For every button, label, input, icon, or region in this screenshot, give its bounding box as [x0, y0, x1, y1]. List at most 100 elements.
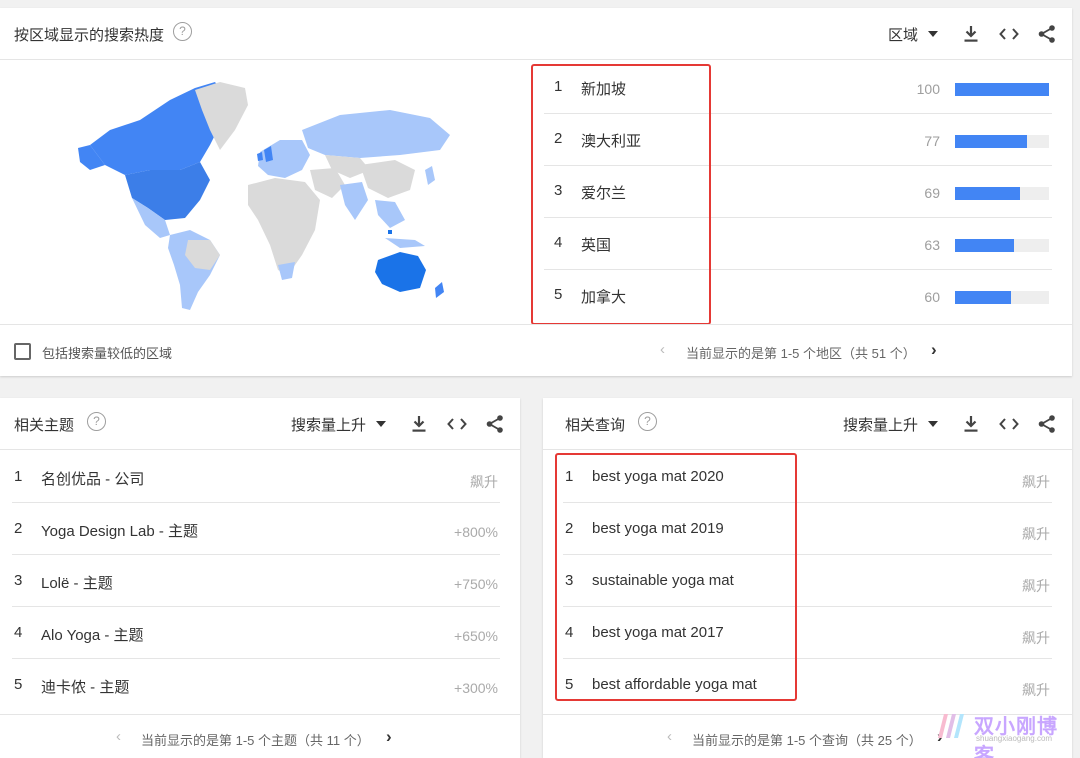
list-item[interactable]: 4 Alo Yoga - 主题 +650%: [0, 607, 520, 659]
rank-number: 3: [14, 572, 23, 589]
rank-number: 2: [554, 130, 563, 147]
rank-number: 1: [554, 78, 563, 95]
map-region-south-africa: [278, 262, 295, 280]
list-item[interactable]: 3 Lolë - 主题 +750%: [0, 555, 520, 607]
map-region-ireland: [257, 152, 263, 161]
share-icon[interactable]: [1036, 23, 1058, 45]
low-volume-checkbox[interactable]: [14, 343, 31, 360]
chevron-left-icon[interactable]: ‹: [116, 728, 121, 745]
card-title: 按区域显示的搜索热度: [14, 27, 165, 44]
map-region-africa: [248, 178, 320, 275]
map-region-india: [340, 182, 368, 220]
rank-number: 5: [565, 676, 574, 693]
topic-text[interactable]: Alo Yoga - 主题: [41, 624, 144, 645]
map-region-japan: [425, 166, 435, 185]
rank-number: 4: [554, 234, 563, 251]
chevron-right-icon[interactable]: ›: [931, 340, 937, 360]
list-item[interactable]: 3 sustainable yoga mat 飙升: [543, 555, 1072, 607]
topic-text[interactable]: Yoga Design Lab - 主题: [41, 520, 198, 541]
list-item[interactable]: 5 迪卡侬 - 主题 +300%: [0, 659, 520, 711]
topic-text[interactable]: 迪卡侬 - 主题: [41, 676, 129, 697]
rise-value: +800%: [454, 524, 498, 540]
topic-text[interactable]: Lolë - 主题: [41, 572, 113, 593]
caret-down-icon[interactable]: [376, 421, 386, 427]
watermark-logo-icon: [938, 714, 964, 738]
chevron-right-icon[interactable]: ›: [386, 727, 392, 747]
region-name[interactable]: 爱尔兰: [581, 182, 626, 203]
region-name[interactable]: 英国: [581, 234, 611, 255]
interest-bar-fill: [955, 239, 1015, 252]
region-name[interactable]: 新加坡: [581, 78, 626, 99]
share-icon[interactable]: [484, 413, 506, 435]
region-interest-card: 按区域显示的搜索热度 ? 区域 1 新加坡 100 2 澳大利亚 77 3 爱尔…: [0, 8, 1072, 376]
checkbox-label: 包括搜索量较低的区域: [42, 346, 173, 361]
interest-value: 77: [924, 133, 940, 149]
query-text[interactable]: best yoga mat 2020: [592, 468, 724, 485]
rank-number: 1: [14, 468, 23, 485]
rise-value: 飙升: [1022, 526, 1050, 542]
query-text[interactable]: best yoga mat 2019: [592, 520, 724, 537]
map-region-singapore: [388, 230, 392, 234]
rise-value: 飙升: [1022, 630, 1050, 646]
rise-value: +750%: [454, 576, 498, 592]
interest-value: 63: [924, 237, 940, 253]
list-item[interactable]: 1 best yoga mat 2020 飙升: [543, 451, 1072, 503]
download-icon[interactable]: [960, 413, 982, 435]
list-item[interactable]: 3 爱尔兰 69: [544, 166, 1052, 218]
help-circle-icon[interactable]: ?: [87, 412, 106, 431]
list-item[interactable]: 2 Yoga Design Lab - 主题 +800%: [0, 503, 520, 555]
caret-down-icon[interactable]: [928, 31, 938, 37]
card-header: 相关主题 ? 搜索量上升: [0, 398, 520, 450]
code-embed-icon[interactable]: [998, 413, 1020, 435]
sort-dropdown[interactable]: 搜索量上升: [843, 414, 918, 435]
list-item[interactable]: 4 英国 63: [544, 218, 1052, 270]
help-circle-icon[interactable]: ?: [173, 22, 192, 41]
rise-value: 飙升: [1022, 682, 1050, 698]
list-item[interactable]: 5 加拿大 60: [544, 270, 1052, 322]
list-item[interactable]: 5 best affordable yoga mat 飙升: [543, 659, 1072, 711]
interest-value: 100: [916, 81, 940, 97]
world-map[interactable]: [70, 70, 460, 320]
map-region-indonesia: [385, 238, 425, 248]
resolution-dropdown[interactable]: 区域: [888, 24, 918, 45]
card-title: 相关查询: [565, 417, 626, 434]
rank-number: 4: [14, 624, 23, 641]
list-item[interactable]: 2 best yoga mat 2019 飙升: [543, 503, 1072, 555]
code-embed-icon[interactable]: [446, 413, 468, 435]
card-title: 相关主题: [14, 417, 75, 434]
watermark: 双小刚博客 shuangxiaogang.com: [934, 710, 1072, 758]
caret-down-icon[interactable]: [928, 421, 938, 427]
rank-number: 3: [554, 182, 563, 199]
pager-text: 当前显示的是第 1-5 个地区（共 51 个）: [686, 346, 916, 361]
chevron-left-icon[interactable]: ‹: [667, 728, 672, 745]
interest-bar-fill: [955, 291, 1012, 304]
interest-bar-fill: [955, 135, 1028, 148]
rank-number: 5: [554, 286, 563, 303]
download-icon[interactable]: [960, 23, 982, 45]
interest-bar: [955, 239, 1049, 252]
query-text[interactable]: best yoga mat 2017: [592, 624, 724, 641]
rise-value: 飙升: [470, 474, 498, 490]
map-region-southeast-asia: [375, 200, 405, 228]
chevron-left-icon[interactable]: ‹: [660, 341, 665, 358]
help-circle-icon[interactable]: ?: [638, 412, 657, 431]
interest-value: 60: [924, 289, 940, 305]
interest-bar-fill: [955, 83, 1049, 96]
rise-value: 飙升: [1022, 474, 1050, 490]
query-text[interactable]: sustainable yoga mat: [592, 572, 734, 589]
pager-text: 当前显示的是第 1-5 个主题（共 11 个）: [141, 733, 370, 748]
list-item[interactable]: 1 名创优品 - 公司 飙升: [0, 451, 520, 503]
list-item[interactable]: 1 新加坡 100: [544, 62, 1052, 114]
list-item[interactable]: 2 澳大利亚 77: [544, 114, 1052, 166]
list-item[interactable]: 4 best yoga mat 2017 飙升: [543, 607, 1072, 659]
region-name[interactable]: 澳大利亚: [581, 130, 641, 151]
share-icon[interactable]: [1036, 413, 1058, 435]
query-text[interactable]: best affordable yoga mat: [592, 676, 757, 693]
download-icon[interactable]: [408, 413, 430, 435]
code-embed-icon[interactable]: [998, 23, 1020, 45]
card-footer: ‹ 当前显示的是第 1-5 个主题（共 11 个） ›: [0, 714, 520, 758]
region-name[interactable]: 加拿大: [581, 286, 626, 307]
topic-text[interactable]: 名创优品 - 公司: [41, 468, 144, 489]
sort-dropdown[interactable]: 搜索量上升: [291, 414, 366, 435]
rank-number: 2: [565, 520, 574, 537]
